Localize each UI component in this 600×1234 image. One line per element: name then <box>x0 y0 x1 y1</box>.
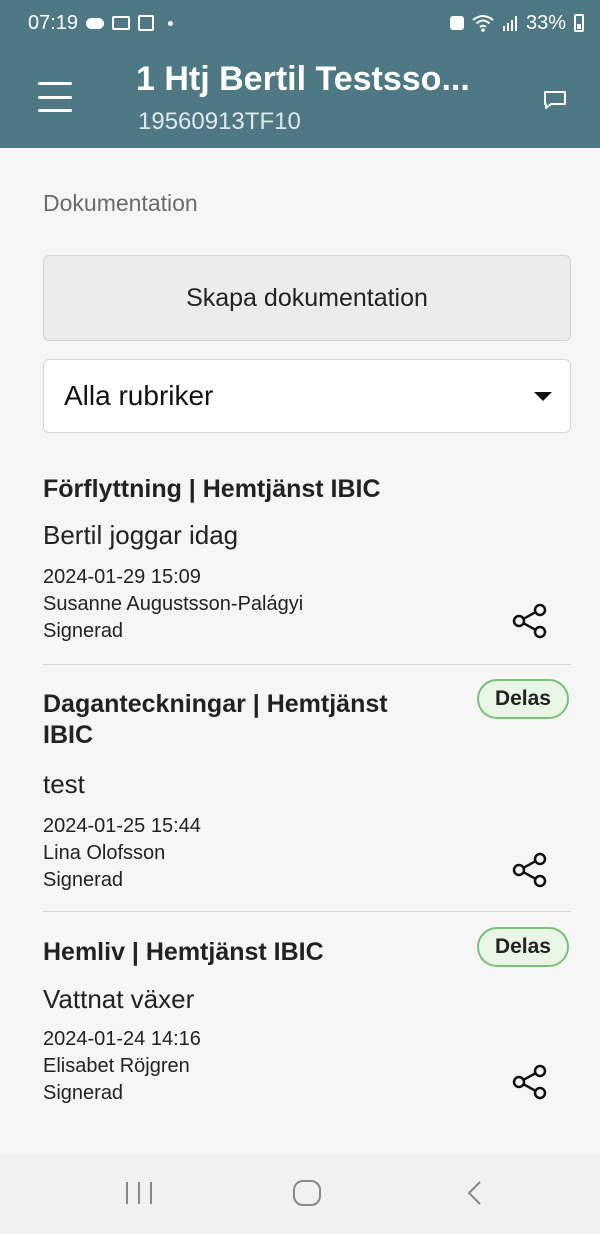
battery-icon <box>574 14 584 32</box>
dropdown-arrow-icon <box>534 391 552 401</box>
entry-date: 2024-01-24 14:16 <box>43 1028 201 1050</box>
share-icon[interactable] <box>511 851 549 889</box>
entry-text: test <box>43 769 85 799</box>
back-icon[interactable] <box>466 1180 482 1206</box>
system-nav-bar <box>0 1154 600 1234</box>
shared-badge: Delas <box>476 927 569 967</box>
image-notification-icon <box>138 15 155 31</box>
hamburger-icon-line <box>38 82 72 85</box>
entry-status: Signerad <box>43 620 124 642</box>
entry-heading: Daganteckningar | Hemtjänst IBIC <box>43 690 388 749</box>
battery-percent: 33% <box>525 11 566 34</box>
entry-text: Bertil joggar idag <box>43 520 239 550</box>
share-icon[interactable] <box>511 602 549 640</box>
status-left: 07:19 <box>28 11 174 35</box>
more-notifications-dot-icon <box>168 20 174 26</box>
lock-icon <box>449 16 464 30</box>
entry-divider <box>43 664 571 665</box>
shared-badge: Delas <box>476 679 569 719</box>
chat-icon[interactable] <box>543 90 567 110</box>
entry-author: Elisabet Röjgren <box>43 1055 190 1077</box>
app-bar: 1 Htj Bertil Testsso... 19560913TF10 <box>0 46 600 148</box>
status-time: 07:19 <box>28 11 79 34</box>
filter-selected-value: Alla rubriker <box>64 380 214 411</box>
entry-date: 2024-01-25 15:44 <box>43 815 201 837</box>
share-icon[interactable] <box>511 1063 549 1101</box>
entry-author: Lina Olofsson <box>43 842 166 864</box>
create-documentation-button[interactable]: Skapa dokumentation <box>43 255 571 341</box>
recent-apps-icon-bar <box>150 1182 152 1204</box>
page-title: 1 Htj Bertil Testsso... <box>136 60 470 98</box>
documentation-entry[interactable]: Hemliv | Hemtjänst IBIC Delas Vattnat vä… <box>43 927 571 1117</box>
hamburger-icon-line <box>38 95 72 99</box>
section-label: Dokumentation <box>43 190 198 216</box>
entry-author: Susanne Augustsson-Palágyi <box>43 593 304 615</box>
entry-divider <box>43 911 571 912</box>
page-subtitle: 19560913TF10 <box>138 108 301 135</box>
entry-status: Signerad <box>43 1082 124 1104</box>
entry-text: Vattnat växer <box>43 984 195 1014</box>
documentation-entry[interactable]: Daganteckningar | Hemtjänst IBIC Delas t… <box>43 679 571 899</box>
hamburger-icon-line <box>38 109 72 112</box>
documentation-entry[interactable]: Förflyttning | Hemtjänst IBIC Bertil jog… <box>43 474 571 654</box>
recent-apps-icon-bar <box>126 1182 128 1204</box>
recent-apps-icon[interactable] <box>126 1182 152 1204</box>
signal-icon <box>502 16 517 31</box>
heading-filter-select[interactable]: Alla rubriker <box>43 359 571 433</box>
cloud-icon <box>86 17 105 29</box>
message-notification-icon <box>112 16 131 30</box>
status-right: 33% <box>449 11 584 35</box>
entry-heading: Förflyttning | Hemtjänst IBIC <box>43 475 381 503</box>
menu-button[interactable] <box>38 82 72 112</box>
entry-date: 2024-01-29 15:09 <box>43 566 201 588</box>
entry-status: Signerad <box>43 869 124 891</box>
status-bar: 07:19 33% <box>0 0 600 46</box>
wifi-icon <box>472 15 494 32</box>
recent-apps-icon-bar <box>138 1182 140 1204</box>
home-icon[interactable] <box>293 1180 321 1206</box>
entry-heading: Hemliv | Hemtjänst IBIC <box>43 938 324 966</box>
